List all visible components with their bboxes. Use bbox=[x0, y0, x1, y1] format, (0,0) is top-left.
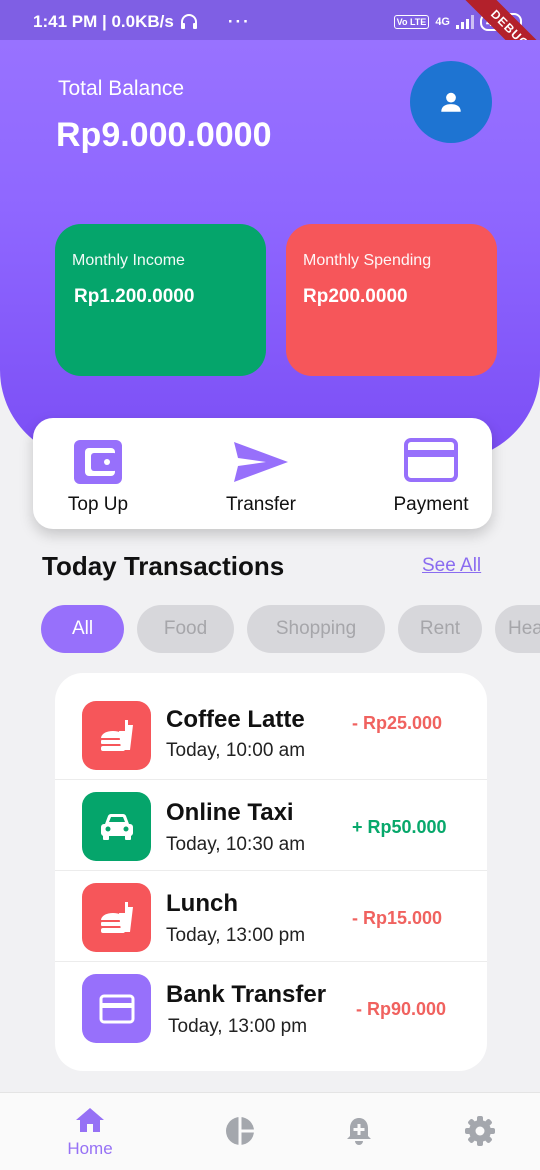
monthly-income-value: Rp1.200.0000 bbox=[74, 286, 195, 307]
transaction-amount: - Rp15.000 bbox=[352, 908, 443, 928]
monthly-income-card[interactable]: Monthly Income Rp1.200.0000 bbox=[55, 224, 266, 376]
transaction-name: Bank Transfer bbox=[166, 981, 327, 1008]
nav-home[interactable]: Home bbox=[45, 1093, 135, 1170]
filter-chip-rent[interactable]: Rent bbox=[398, 605, 482, 653]
person-icon bbox=[441, 92, 461, 112]
transaction-name: Lunch bbox=[166, 890, 238, 917]
transaction-icon-bg bbox=[82, 883, 151, 952]
monthly-spending-value: Rp200.0000 bbox=[303, 286, 408, 307]
nav-statistics[interactable] bbox=[195, 1093, 285, 1170]
credit-card-icon bbox=[99, 994, 134, 1023]
status-time-speed: 1:41 PM | 0.0KB/s bbox=[33, 12, 174, 31]
transaction-time: Today, 13:00 pm bbox=[166, 925, 306, 946]
transaction-icon-bg bbox=[82, 701, 151, 770]
monthly-spending-title: Monthly Spending bbox=[303, 252, 432, 269]
filter-chip-food[interactable]: Food bbox=[137, 605, 234, 653]
transaction-amount: - Rp90.000 bbox=[356, 999, 447, 1019]
monthly-income-title: Monthly Income bbox=[72, 252, 185, 269]
credit-card-icon bbox=[404, 438, 458, 482]
send-icon bbox=[234, 442, 288, 482]
nav-home-label: Home bbox=[67, 1139, 113, 1158]
top-up-button[interactable]: Top Up bbox=[53, 418, 143, 529]
bottom-navigation: Home bbox=[0, 1092, 540, 1170]
transaction-amount: - Rp25.000 bbox=[352, 713, 443, 733]
top-up-label: Top Up bbox=[67, 494, 129, 515]
transaction-row[interactable]: Lunch Today, 13:00 pm - Rp15.000 bbox=[55, 871, 487, 962]
fastfood-icon bbox=[100, 719, 133, 751]
transaction-time: Today, 10:00 am bbox=[166, 740, 306, 761]
total-balance-value: Rp9.000.0000 bbox=[56, 116, 272, 154]
settings-icon bbox=[465, 1116, 495, 1146]
transaction-time: Today, 10:30 am bbox=[166, 834, 306, 855]
volte-indicator: Vo LTE bbox=[393, 15, 430, 29]
home-icon bbox=[76, 1108, 104, 1132]
transaction-row[interactable]: Bank Transfer Today, 13:00 pm - Rp90.000 bbox=[55, 962, 487, 1071]
total-balance-label: Total Balance bbox=[58, 77, 185, 100]
network-indicator: 4G bbox=[435, 16, 450, 28]
quick-actions-card: Top Up Transfer Payment bbox=[33, 418, 492, 529]
transaction-amount: + Rp50.000 bbox=[352, 817, 447, 837]
transaction-row[interactable]: Coffee Latte Today, 10:00 am - Rp25.000 bbox=[55, 673, 487, 780]
payment-label: Payment bbox=[393, 494, 469, 515]
transaction-time: Today, 13:00 pm bbox=[168, 1016, 308, 1037]
profile-avatar-button[interactable] bbox=[410, 61, 492, 143]
signal-icon bbox=[456, 15, 474, 29]
transfer-button[interactable]: Transfer bbox=[211, 418, 311, 529]
transaction-name: Coffee Latte bbox=[166, 706, 305, 733]
transaction-name: Online Taxi bbox=[166, 799, 294, 826]
transaction-row[interactable]: Online Taxi Today, 10:30 am + Rp50.000 bbox=[55, 780, 487, 871]
transfer-label: Transfer bbox=[225, 494, 297, 515]
nav-settings[interactable] bbox=[435, 1093, 525, 1170]
today-transactions-title: Today Transactions bbox=[42, 551, 285, 581]
category-filter-bar[interactable]: All Food Shopping Rent Hea bbox=[41, 605, 540, 653]
transaction-icon-bg bbox=[82, 792, 151, 861]
status-more-dots: ··· bbox=[227, 12, 251, 31]
see-all-link[interactable]: See All bbox=[422, 555, 481, 577]
wallet-icon bbox=[74, 440, 122, 484]
headset-icon bbox=[180, 14, 197, 29]
payment-button[interactable]: Payment bbox=[383, 418, 479, 529]
status-bar: 1:41 PM | 0.0KB/s ··· Vo LTE 4G 43 DEBUG bbox=[0, 0, 540, 80]
transactions-list: Coffee Latte Today, 10:00 am - Rp25.000 … bbox=[55, 673, 487, 1071]
filter-chip-shopping[interactable]: Shopping bbox=[247, 605, 385, 653]
nav-notifications[interactable] bbox=[315, 1093, 405, 1170]
pie-chart-icon bbox=[226, 1117, 254, 1145]
transaction-icon-bg bbox=[82, 974, 151, 1043]
monthly-spending-card[interactable]: Monthly Spending Rp200.0000 bbox=[286, 224, 497, 376]
filter-chip-all[interactable]: All bbox=[41, 605, 124, 653]
notification-add-icon bbox=[347, 1118, 371, 1145]
car-icon bbox=[100, 813, 133, 840]
filter-chip-health[interactable]: Hea bbox=[495, 605, 540, 653]
fastfood-icon bbox=[100, 901, 133, 933]
